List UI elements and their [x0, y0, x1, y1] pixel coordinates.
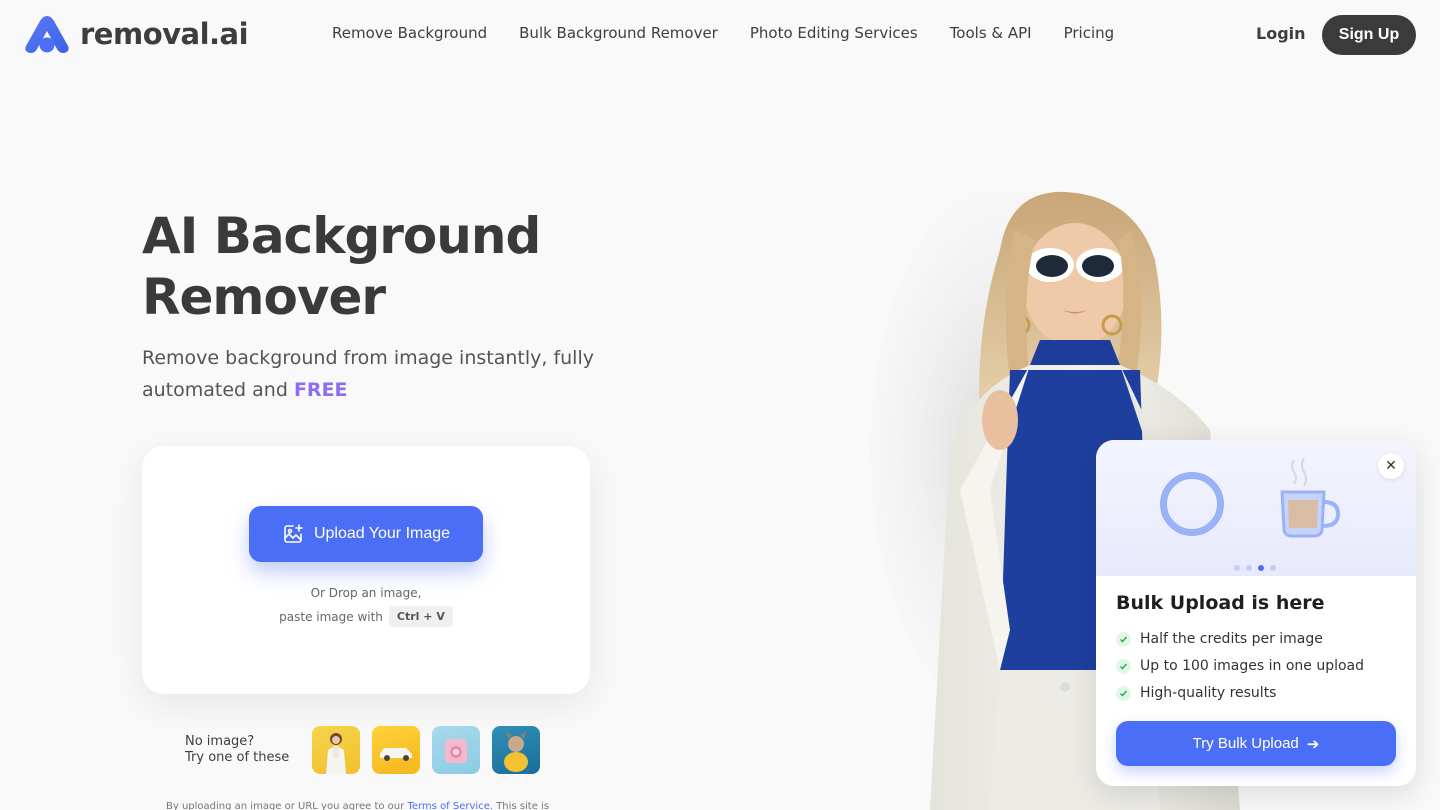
upload-image-button[interactable]: Upload Your Image — [249, 506, 483, 562]
popup-illustration: ✕ — [1096, 440, 1416, 576]
feature-text: Half the credits per image — [1140, 631, 1323, 647]
hero-title-line2: Remover — [142, 268, 386, 326]
paste-shortcut-badge: Ctrl + V — [388, 606, 453, 627]
terms-of-service-link[interactable]: Terms of Service — [407, 801, 489, 810]
popup-title: Bulk Upload is here — [1116, 592, 1325, 614]
paste-hint-text: paste image with — [279, 609, 383, 624]
drop-hint: Or Drop an image, — [310, 586, 422, 600]
close-icon[interactable]: ✕ — [1378, 453, 1404, 479]
sample-images: No image? Try one of these — [185, 726, 552, 774]
sample-car-image — [380, 748, 412, 761]
signup-button[interactable]: Sign Up — [1322, 15, 1416, 55]
sample-camera-thumbnail[interactable] — [432, 726, 480, 774]
hero-title: AI Background Remover — [142, 206, 602, 328]
image-upload-icon — [284, 524, 303, 543]
nav-photo-editing-services[interactable]: Photo Editing Services — [750, 24, 918, 42]
sample-dog-image — [504, 731, 528, 772]
terms-suffix: . This site is — [489, 801, 550, 810]
samples-label-line1: No image? — [185, 734, 255, 749]
sample-woman-image — [326, 733, 346, 774]
try-bulk-upload-label: Try Bulk Upload — [1192, 735, 1299, 752]
main-menu: Remove Background Bulk Background Remove… — [316, 24, 1130, 42]
carousel-dot[interactable] — [1234, 565, 1240, 571]
brand-logo[interactable]: removal.ai — [24, 14, 249, 54]
hero-title-line1: AI Background — [142, 207, 541, 265]
free-highlight: FREE — [293, 379, 348, 401]
top-nav: removal.ai Remove Background Bulk Backgr… — [0, 0, 1440, 70]
hero-subtitle: Remove background from image instantly, … — [142, 342, 602, 406]
nav-tools-api[interactable]: Tools & API — [950, 24, 1032, 42]
hero-subtitle-text: Remove background from image instantly, … — [142, 347, 594, 401]
coffee-cup-icon — [1280, 457, 1341, 538]
feature-item: High-quality results — [1116, 685, 1276, 701]
try-bulk-upload-button[interactable]: Try Bulk Upload ➔ — [1116, 721, 1396, 766]
check-icon — [1116, 631, 1131, 647]
removal-ai-logo-icon — [25, 16, 69, 53]
feature-text: High-quality results — [1140, 685, 1277, 701]
sample-camera-image — [445, 739, 467, 763]
login-link[interactable]: Login — [1256, 24, 1306, 43]
bulk-upload-popup: ✕ Bulk Upload is here Half the credits p… — [1096, 440, 1416, 786]
nav-pricing[interactable]: Pricing — [1064, 24, 1115, 42]
upload-button-label: Upload Your Image — [313, 525, 451, 542]
sample-woman-thumbnail[interactable] — [312, 726, 360, 774]
terms-notice: By uploading an image or URL you agree t… — [166, 801, 549, 810]
sample-dog-thumbnail[interactable] — [492, 726, 540, 774]
nav-remove-background[interactable]: Remove Background — [332, 24, 487, 42]
loading-ring-icon — [1160, 472, 1224, 536]
paste-hint: paste image with Ctrl + V — [142, 606, 590, 627]
upload-dropzone[interactable]: Upload Your Image Or Drop an image, past… — [142, 446, 590, 694]
samples-label: No image? Try one of these — [185, 734, 312, 766]
nav-bulk-background-remover[interactable]: Bulk Background Remover — [519, 24, 718, 42]
brand-name: removal.ai — [80, 17, 249, 51]
check-icon — [1116, 685, 1131, 701]
check-icon — [1116, 658, 1131, 674]
feature-item: Half the credits per image — [1116, 631, 1323, 647]
terms-prefix: By uploading an image or URL you agree t… — [166, 801, 405, 810]
arrow-right-icon: ➔ — [1306, 735, 1320, 753]
feature-text: Up to 100 images in one upload — [1140, 658, 1365, 674]
carousel-dot-active[interactable] — [1258, 565, 1264, 571]
feature-item: Up to 100 images in one upload — [1116, 658, 1364, 674]
carousel-dot[interactable] — [1270, 565, 1276, 571]
carousel-dot[interactable] — [1246, 565, 1252, 571]
samples-label-line2: Try one of these — [185, 750, 290, 765]
carousel-dots — [1234, 565, 1282, 571]
sample-car-thumbnail[interactable] — [372, 726, 420, 774]
